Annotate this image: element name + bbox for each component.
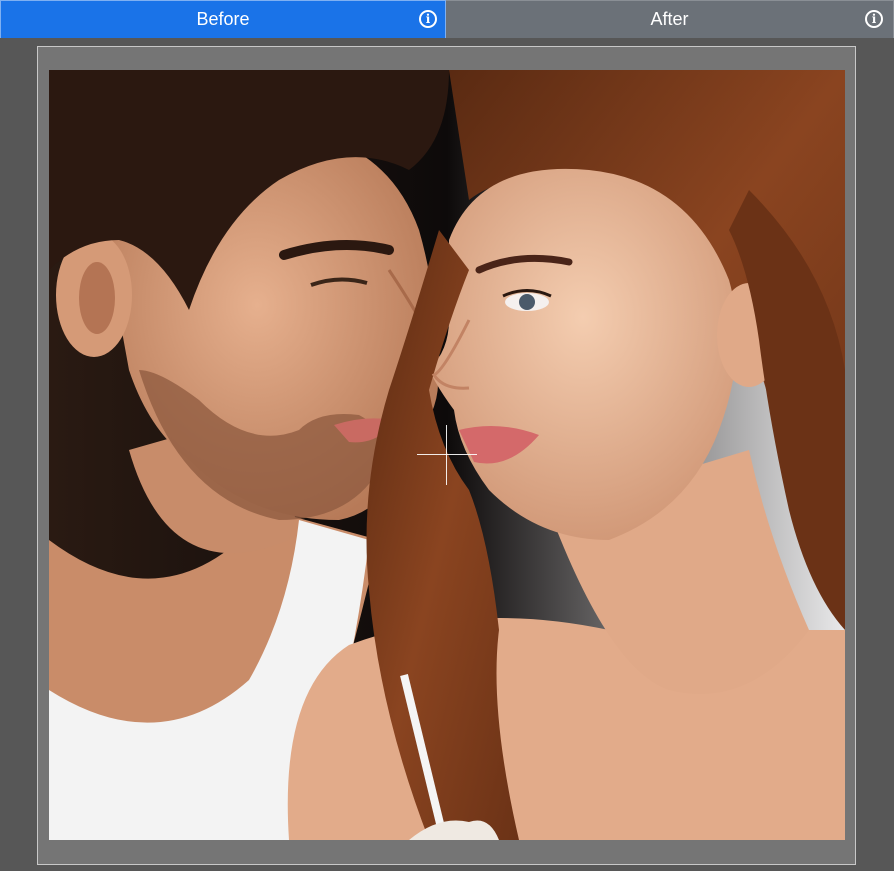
comparison-tabs: Before i After i — [0, 0, 894, 40]
tab-after-label: After — [650, 9, 689, 29]
tab-after[interactable]: After i — [446, 0, 894, 38]
tab-before[interactable]: Before i — [0, 0, 446, 38]
image-canvas[interactable] — [49, 70, 845, 840]
portrait-photo — [49, 70, 845, 840]
info-icon[interactable]: i — [419, 10, 437, 28]
tab-before-label: Before — [196, 9, 250, 29]
image-viewer-frame — [37, 46, 856, 865]
info-icon[interactable]: i — [865, 10, 883, 28]
before-after-viewer-app: Before i After i — [0, 0, 894, 871]
